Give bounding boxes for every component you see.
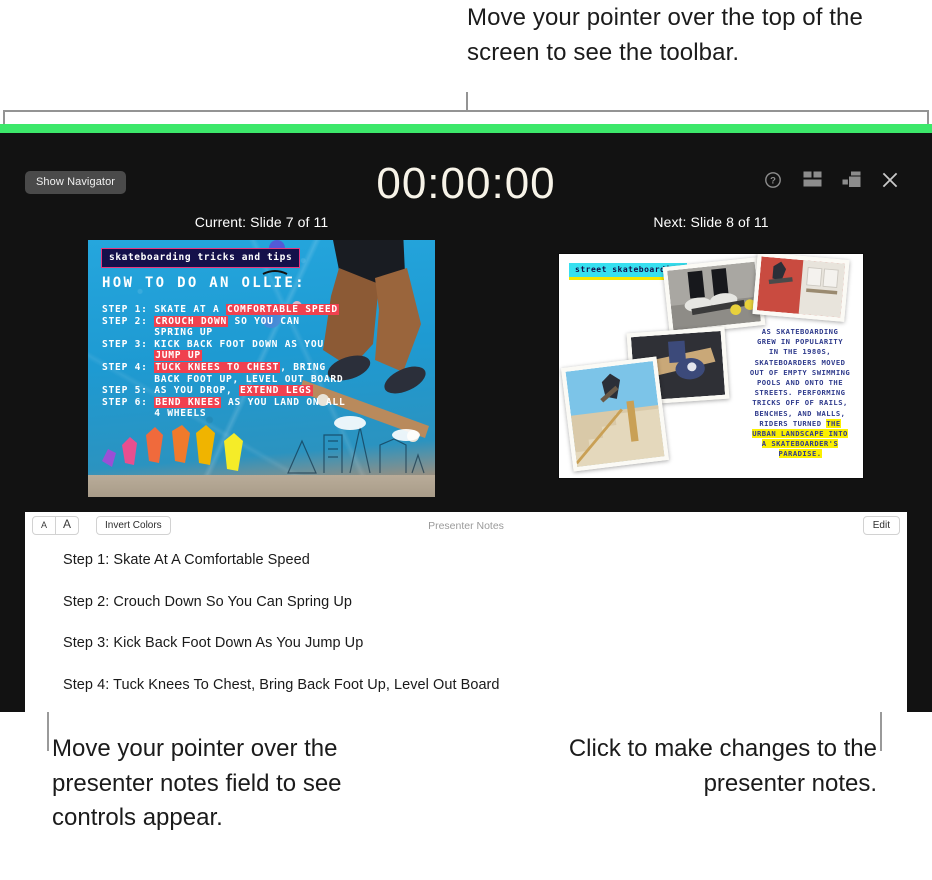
current-slide-title: HOW TO DO AN OLLIE: <box>102 275 306 291</box>
next-text-line: PARADISE. <box>778 449 822 459</box>
photo-stair-jump <box>561 356 669 472</box>
note-line: Step 2: Crouch Down So You Can Spring Up <box>63 593 352 610</box>
callout-bottom-left-leader-line <box>47 712 49 751</box>
next-text-line: SKATEBOARDERS MOVED <box>754 357 846 367</box>
current-slide-steps: STEP 1: SKATE AT A COMFORTABLE SPEED STEP… <box>102 304 346 420</box>
step-line: STEP 4: TUCK KNEES TO CHEST, BRING <box>102 361 326 373</box>
help-icon[interactable]: ? <box>764 171 782 189</box>
callout-bottom-left-text: Move your pointer over the presenter not… <box>52 735 342 831</box>
note-line: Step 4: Tuck Knees To Chest, Bring Back … <box>63 676 500 693</box>
next-text-line: OUT OF EMPTY SWIMMING <box>749 367 851 377</box>
next-text-line: POOLS AND ONTO THE <box>757 378 843 388</box>
photo-red-ramp <box>752 254 850 322</box>
rearrange-layout-icon[interactable] <box>842 171 861 189</box>
step-line: STEP 6: BEND KNEES AS YOU LAND ON ALL <box>102 396 346 408</box>
panel-left-gutter <box>0 512 25 712</box>
next-slide-body-text: AS SKATEBOARDING GREW IN POPULARITY IN THE… <box>740 327 860 460</box>
notes-toolbar: A A Invert Colors Presenter Notes Edit <box>25 512 907 538</box>
panel-right-gutter <box>907 512 932 712</box>
step-line: STEP 2: CROUCH DOWN SO YOU CAN <box>102 315 300 327</box>
next-text-line: BENCHES, AND WALLS, <box>754 408 846 418</box>
callout-top-text: Move your pointer over the top of the sc… <box>467 4 863 66</box>
notes-body[interactable]: Step 1: Skate At A Comfortable Speed Step… <box>25 538 907 712</box>
next-slide-thumbnail[interactable]: street skateboarding AS SKATEBOARDING GR… <box>558 253 864 479</box>
layout-icon[interactable] <box>803 171 822 189</box>
step-line: STEP 3: KICK BACK FOOT DOWN AS YOU <box>102 338 324 350</box>
step-line: BACK FOOT UP, LEVEL OUT BOARD <box>102 373 344 385</box>
step-line: STEP 1: SKATE AT A COMFORTABLE SPEED <box>102 304 339 315</box>
next-text-line: GREW IN POPULARITY <box>757 337 843 347</box>
close-icon[interactable] <box>881 171 899 189</box>
current-slide-label: Current: Slide 7 of 11 <box>194 214 329 230</box>
callout-bottom-right-leader-line <box>880 712 882 751</box>
next-text-line: TRICKS OFF OF RAILS, <box>752 398 848 408</box>
step-line: SPRING UP <box>102 327 213 339</box>
next-text-line: AS SKATEBOARDING <box>761 327 839 336</box>
note-line: Step 3: Kick Back Foot Down As You Jump … <box>63 635 364 651</box>
next-text-line: STREETS. PERFORMING <box>754 388 846 398</box>
callout-bottom-right-text: Click to make changes to the presenter n… <box>568 735 877 797</box>
next-text-line: IN THE 1980S, <box>768 347 832 357</box>
notes-title: Presenter Notes <box>428 520 504 532</box>
next-text-line: A SKATEBOARDER'S <box>761 439 839 449</box>
note-line: Step 1: Skate At A Comfortable Speed <box>63 552 310 568</box>
callout-top-leader-line <box>466 92 468 112</box>
current-slide-thumbnail[interactable]: skateboarding tricks and tips HOW TO DO … <box>88 240 435 497</box>
next-text-line: URBAN LANDSCAPE INTO <box>752 429 848 439</box>
toolbar-icon-group: ? <box>764 171 899 189</box>
screenshot-root: Move your pointer over the top of the sc… <box>0 0 932 880</box>
step-line: STEP 5: AS YOU DROP, EXTEND LEGS <box>102 385 313 397</box>
presenter-toolbar: Show Navigator 00:00:00 ? <box>0 133 932 209</box>
presenter-notes-panel: A A Invert Colors Presenter Notes Edit S… <box>25 512 907 712</box>
next-slide-label: Next: Slide 8 of 11 <box>653 214 769 230</box>
current-slide-tag: skateboarding tricks and tips <box>101 248 301 268</box>
next-text-line: RIDERS TURNED THE <box>759 418 841 428</box>
edit-notes-button[interactable]: Edit <box>862 516 900 535</box>
accent-bar <box>0 124 932 133</box>
photo-shoes-board <box>662 257 766 335</box>
svg-text:?: ? <box>770 176 776 187</box>
step-line: 4 WHEELS <box>102 408 207 420</box>
step-line: JUMP UP <box>154 350 202 362</box>
